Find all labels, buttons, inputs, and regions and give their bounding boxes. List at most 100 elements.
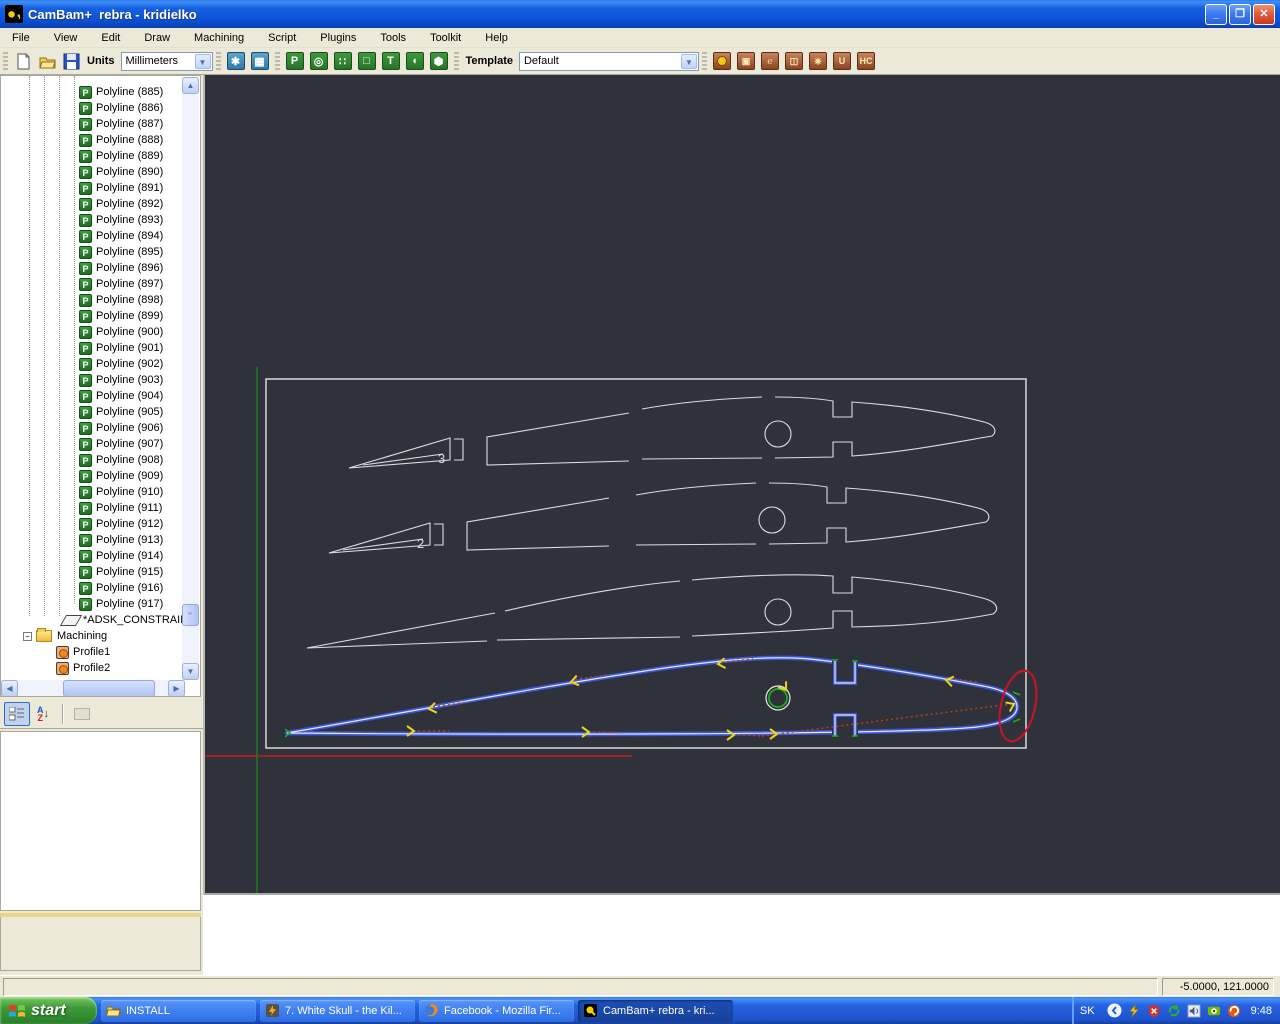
tree-item-polyline[interactable]: P Polyline (915)	[1, 564, 183, 580]
start-button[interactable]: start	[0, 997, 97, 1024]
draw-text-button[interactable]: T	[379, 50, 403, 73]
minimize-button[interactable]: _	[1205, 3, 1227, 25]
tree-item-profile2[interactable]: Profile2	[1, 660, 183, 676]
template-combo[interactable]: Default ▼	[518, 51, 699, 71]
tree-item-polyline[interactable]: P Polyline (906)	[1, 420, 183, 436]
tree-item-polyline[interactable]: P Polyline (917)	[1, 596, 183, 612]
tree-item-polyline[interactable]: P Polyline (890)	[1, 164, 183, 180]
winamp-agent-icon[interactable]	[1126, 1003, 1143, 1019]
task-button-whiteskull[interactable]: 7. White Skull - the Kil...	[260, 999, 415, 1022]
sync-icon[interactable]	[1166, 1003, 1183, 1019]
tree-item-polyline[interactable]: P Polyline (889)	[1, 148, 183, 164]
tree-item-polyline[interactable]: P Polyline (894)	[1, 228, 183, 244]
tree-item-polyline[interactable]: P Polyline (892)	[1, 196, 183, 212]
close-button[interactable]: ✕	[1253, 3, 1275, 25]
mach-lathe-button[interactable]: ⎈	[806, 50, 830, 73]
draw-rectangle-button[interactable]: □	[355, 50, 379, 73]
mach-pocket-button[interactable]: ▣	[734, 50, 758, 73]
mach-engrave-button[interactable]: ℮	[758, 50, 782, 73]
update-icon[interactable]	[1226, 1003, 1243, 1019]
collapse-icon[interactable]: −	[23, 631, 32, 641]
tree-item-polyline[interactable]: P Polyline (914)	[1, 548, 183, 564]
mach-heightmap-button[interactable]: HC	[854, 50, 878, 73]
sort-az-button[interactable]: AZ ↓	[30, 702, 56, 726]
tree-item-polyline[interactable]: P Polyline (888)	[1, 132, 183, 148]
minimize-icon: _	[1212, 7, 1220, 20]
tree-item-polyline[interactable]: P Polyline (898)	[1, 292, 183, 308]
tree-item-polyline[interactable]: P Polyline (900)	[1, 324, 183, 340]
menu-item[interactable]: Tools	[368, 29, 418, 47]
tree-item-polyline[interactable]: P Polyline (902)	[1, 356, 183, 372]
mach-vengrave-button[interactable]: U	[830, 50, 854, 73]
restore-button[interactable]: ❐	[1229, 3, 1251, 25]
menu-item[interactable]: File	[0, 29, 42, 47]
axis-snap-button[interactable]: ✱	[224, 50, 248, 73]
tree-item-polyline[interactable]: P Polyline (887)	[1, 116, 183, 132]
tree-item-polyline[interactable]: P Polyline (899)	[1, 308, 183, 324]
tree-item-polyline[interactable]: P Polyline (904)	[1, 388, 183, 404]
units-combo[interactable]: Millimeters ▼	[120, 51, 213, 71]
nvidia-icon[interactable]	[1206, 1003, 1223, 1019]
mach-3dprofile-button[interactable]: ◫	[782, 50, 806, 73]
menu-item[interactable]: Help	[473, 29, 520, 47]
grid-button[interactable]: ▦	[248, 50, 272, 73]
tree-item-polyline[interactable]: P Polyline (903)	[1, 372, 183, 388]
drawing-canvas[interactable]: 3 2	[203, 75, 1280, 895]
menu-item[interactable]: Machining	[182, 29, 256, 47]
tree-item-polyline[interactable]: P Polyline (896)	[1, 260, 183, 276]
scroll-up-icon[interactable]: ▲	[182, 77, 199, 94]
tree-item-polyline[interactable]: P Polyline (901)	[1, 340, 183, 356]
menu-item[interactable]: Script	[256, 29, 308, 47]
tree-item-polyline[interactable]: P Polyline (886)	[1, 100, 183, 116]
scrollbar-thumb[interactable]: ≡	[182, 604, 199, 626]
tree-item-polyline[interactable]: P Polyline (912)	[1, 516, 183, 532]
tree-item-polyline[interactable]: P Polyline (885)	[1, 84, 183, 100]
tree-item-polyline[interactable]: P Polyline (895)	[1, 244, 183, 260]
security-alert-icon[interactable]	[1146, 1003, 1163, 1019]
tree-item-polyline[interactable]: P Polyline (905)	[1, 404, 183, 420]
tree-item-profile1[interactable]: Profile1	[1, 644, 183, 660]
tree-vertical-scrollbar[interactable]: ▲ ≡ ▼	[182, 77, 199, 680]
menu-item[interactable]: Edit	[89, 29, 132, 47]
task-button-install[interactable]: INSTALL	[101, 999, 256, 1022]
draw-polyline-button[interactable]: P	[283, 50, 307, 73]
tree-item-layer[interactable]: *ADSK_CONSTRAIN	[1, 612, 188, 628]
tree-item-polyline[interactable]: P Polyline (911)	[1, 500, 183, 516]
new-file-button[interactable]	[11, 50, 35, 73]
tree-horizontal-scrollbar[interactable]: ◀ ▶	[1, 680, 185, 696]
draw-surface-button[interactable]: ⬢	[427, 50, 451, 73]
draw-points-button[interactable]: ∷	[331, 50, 355, 73]
tray-clock[interactable]: 9:48	[1251, 1005, 1272, 1017]
task-button-firefox[interactable]: Facebook - Mozilla Fir...	[419, 999, 574, 1022]
language-indicator[interactable]: SK	[1080, 1005, 1095, 1017]
menu-item[interactable]: Draw	[132, 29, 182, 47]
scroll-left-icon[interactable]: ◀	[1, 680, 18, 696]
menu-item[interactable]: View	[42, 29, 90, 47]
tree-view-toggle-button[interactable]	[4, 701, 30, 726]
tree-item-polyline[interactable]: P Polyline (893)	[1, 212, 183, 228]
draw-arc-button[interactable]: ◖	[403, 50, 427, 73]
tree-item-machining[interactable]: − Machining	[1, 628, 183, 644]
volume-icon[interactable]	[1186, 1003, 1203, 1019]
hide-icons-chevron[interactable]	[1106, 1003, 1123, 1019]
tree-item-polyline[interactable]: P Polyline (908)	[1, 452, 183, 468]
tree-item-polyline[interactable]: P Polyline (907)	[1, 436, 183, 452]
menu-item[interactable]: Toolkit	[418, 29, 473, 47]
polyline-icon: P	[79, 549, 92, 563]
task-button-cambam[interactable]: CamBam+ rebra - kri...	[578, 999, 733, 1022]
tree-item-polyline[interactable]: P Polyline (897)	[1, 276, 183, 292]
tree-item-polyline[interactable]: P Polyline (916)	[1, 580, 183, 596]
menu-item[interactable]: Plugins	[308, 29, 368, 47]
save-file-button[interactable]	[59, 50, 83, 73]
rib-number-label: 2	[417, 536, 424, 551]
tree-item-polyline[interactable]: P Polyline (909)	[1, 468, 183, 484]
draw-circle-button[interactable]: ◎	[307, 50, 331, 73]
scroll-down-icon[interactable]: ▼	[182, 663, 199, 680]
tree-item-polyline[interactable]: P Polyline (891)	[1, 180, 183, 196]
scrollbar-thumb[interactable]	[63, 680, 155, 696]
tree-item-polyline[interactable]: P Polyline (910)	[1, 484, 183, 500]
open-file-button[interactable]	[35, 50, 59, 73]
tree-item-polyline[interactable]: P Polyline (913)	[1, 532, 183, 548]
mach-drill-button[interactable]	[710, 50, 734, 73]
scroll-right-icon[interactable]: ▶	[168, 680, 185, 696]
